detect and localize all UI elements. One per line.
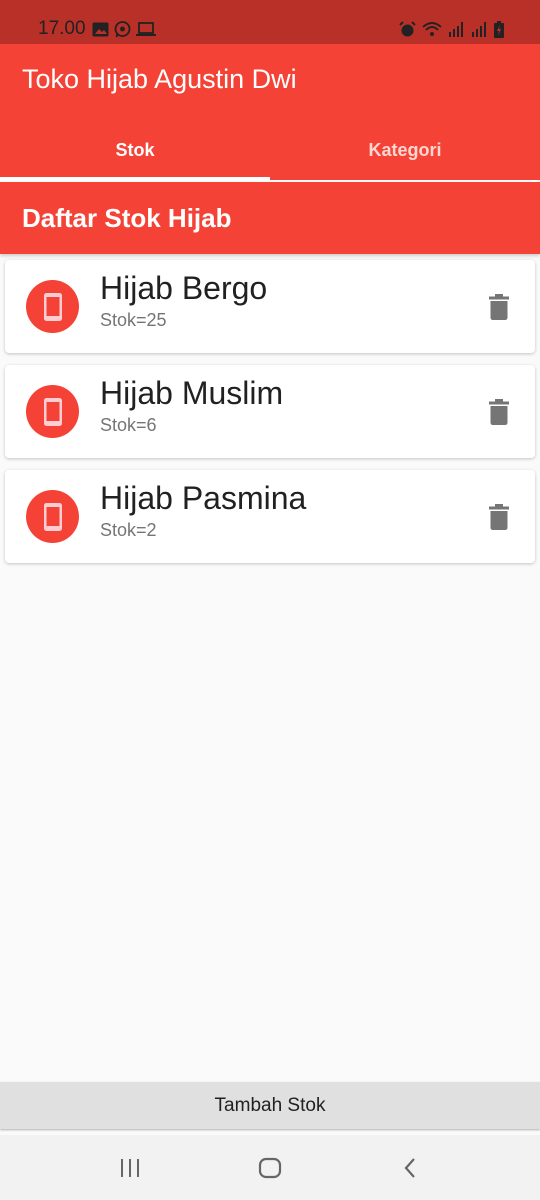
back-button[interactable] bbox=[380, 1148, 440, 1188]
tab-indicator bbox=[0, 177, 270, 180]
item-stock: Stok=6 bbox=[100, 415, 157, 435]
item-avatar bbox=[26, 385, 79, 438]
tab-stok[interactable]: Stok bbox=[0, 120, 270, 180]
app-bar: Toko Hijab Agustin Dwi Stok Kategori bbox=[0, 44, 540, 180]
list-item[interactable]: Hijab Bergo Stok=25 bbox=[5, 260, 535, 353]
status-bar: 17.00 bbox=[0, 0, 540, 44]
item-name: Hijab Pasmina bbox=[100, 480, 307, 516]
section-title: Daftar Stok Hijab bbox=[22, 202, 232, 233]
item-name: Hijab Bergo bbox=[100, 270, 268, 306]
item-stock: Stok=2 bbox=[100, 520, 157, 540]
item-stock: Stok=25 bbox=[100, 310, 167, 330]
section-header: Daftar Stok Hijab bbox=[0, 182, 540, 254]
status-system-icons bbox=[399, 20, 504, 38]
item-avatar bbox=[26, 490, 79, 543]
status-notification-icons bbox=[92, 20, 156, 38]
tab-bar: Stok Kategori bbox=[0, 120, 540, 180]
app-title: Toko Hijab Agustin Dwi bbox=[22, 64, 297, 94]
delete-icon[interactable] bbox=[489, 294, 509, 320]
signal-icon bbox=[449, 21, 463, 37]
tab-kategori[interactable]: Kategori bbox=[270, 120, 540, 180]
tambah-stok-label: Tambah Stok bbox=[214, 1094, 326, 1116]
item-name: Hijab Muslim bbox=[100, 375, 284, 411]
battery-charging-icon bbox=[494, 20, 504, 38]
laptop-icon bbox=[135, 21, 156, 36]
whatsapp-icon bbox=[114, 20, 130, 37]
tab-label: Stok bbox=[115, 139, 155, 160]
wifi-icon bbox=[422, 22, 442, 36]
image-icon bbox=[92, 22, 109, 36]
status-time: 17.00 bbox=[38, 18, 86, 39]
back-icon bbox=[404, 1157, 415, 1178]
phone-android-icon bbox=[43, 502, 62, 531]
system-nav-bar bbox=[0, 1135, 540, 1200]
list-item[interactable]: Hijab Muslim Stok=6 bbox=[5, 365, 535, 458]
recent-apps-button[interactable] bbox=[100, 1148, 160, 1188]
stock-list: Hijab Bergo Stok=25 Hijab Muslim Stok=6 … bbox=[5, 260, 535, 575]
home-icon bbox=[258, 1157, 282, 1178]
list-item[interactable]: Hijab Pasmina Stok=2 bbox=[5, 470, 535, 563]
item-avatar bbox=[26, 280, 79, 333]
home-button[interactable] bbox=[240, 1148, 300, 1188]
alarm-icon bbox=[399, 20, 416, 36]
recent-apps-icon bbox=[121, 1158, 139, 1177]
delete-icon[interactable] bbox=[489, 504, 509, 530]
tambah-stok-button[interactable]: Tambah Stok bbox=[0, 1082, 540, 1129]
delete-icon[interactable] bbox=[489, 399, 509, 425]
phone-android-icon bbox=[43, 397, 62, 426]
signal-icon bbox=[472, 21, 486, 37]
tab-label: Kategori bbox=[368, 139, 442, 160]
phone-android-icon bbox=[43, 292, 62, 321]
